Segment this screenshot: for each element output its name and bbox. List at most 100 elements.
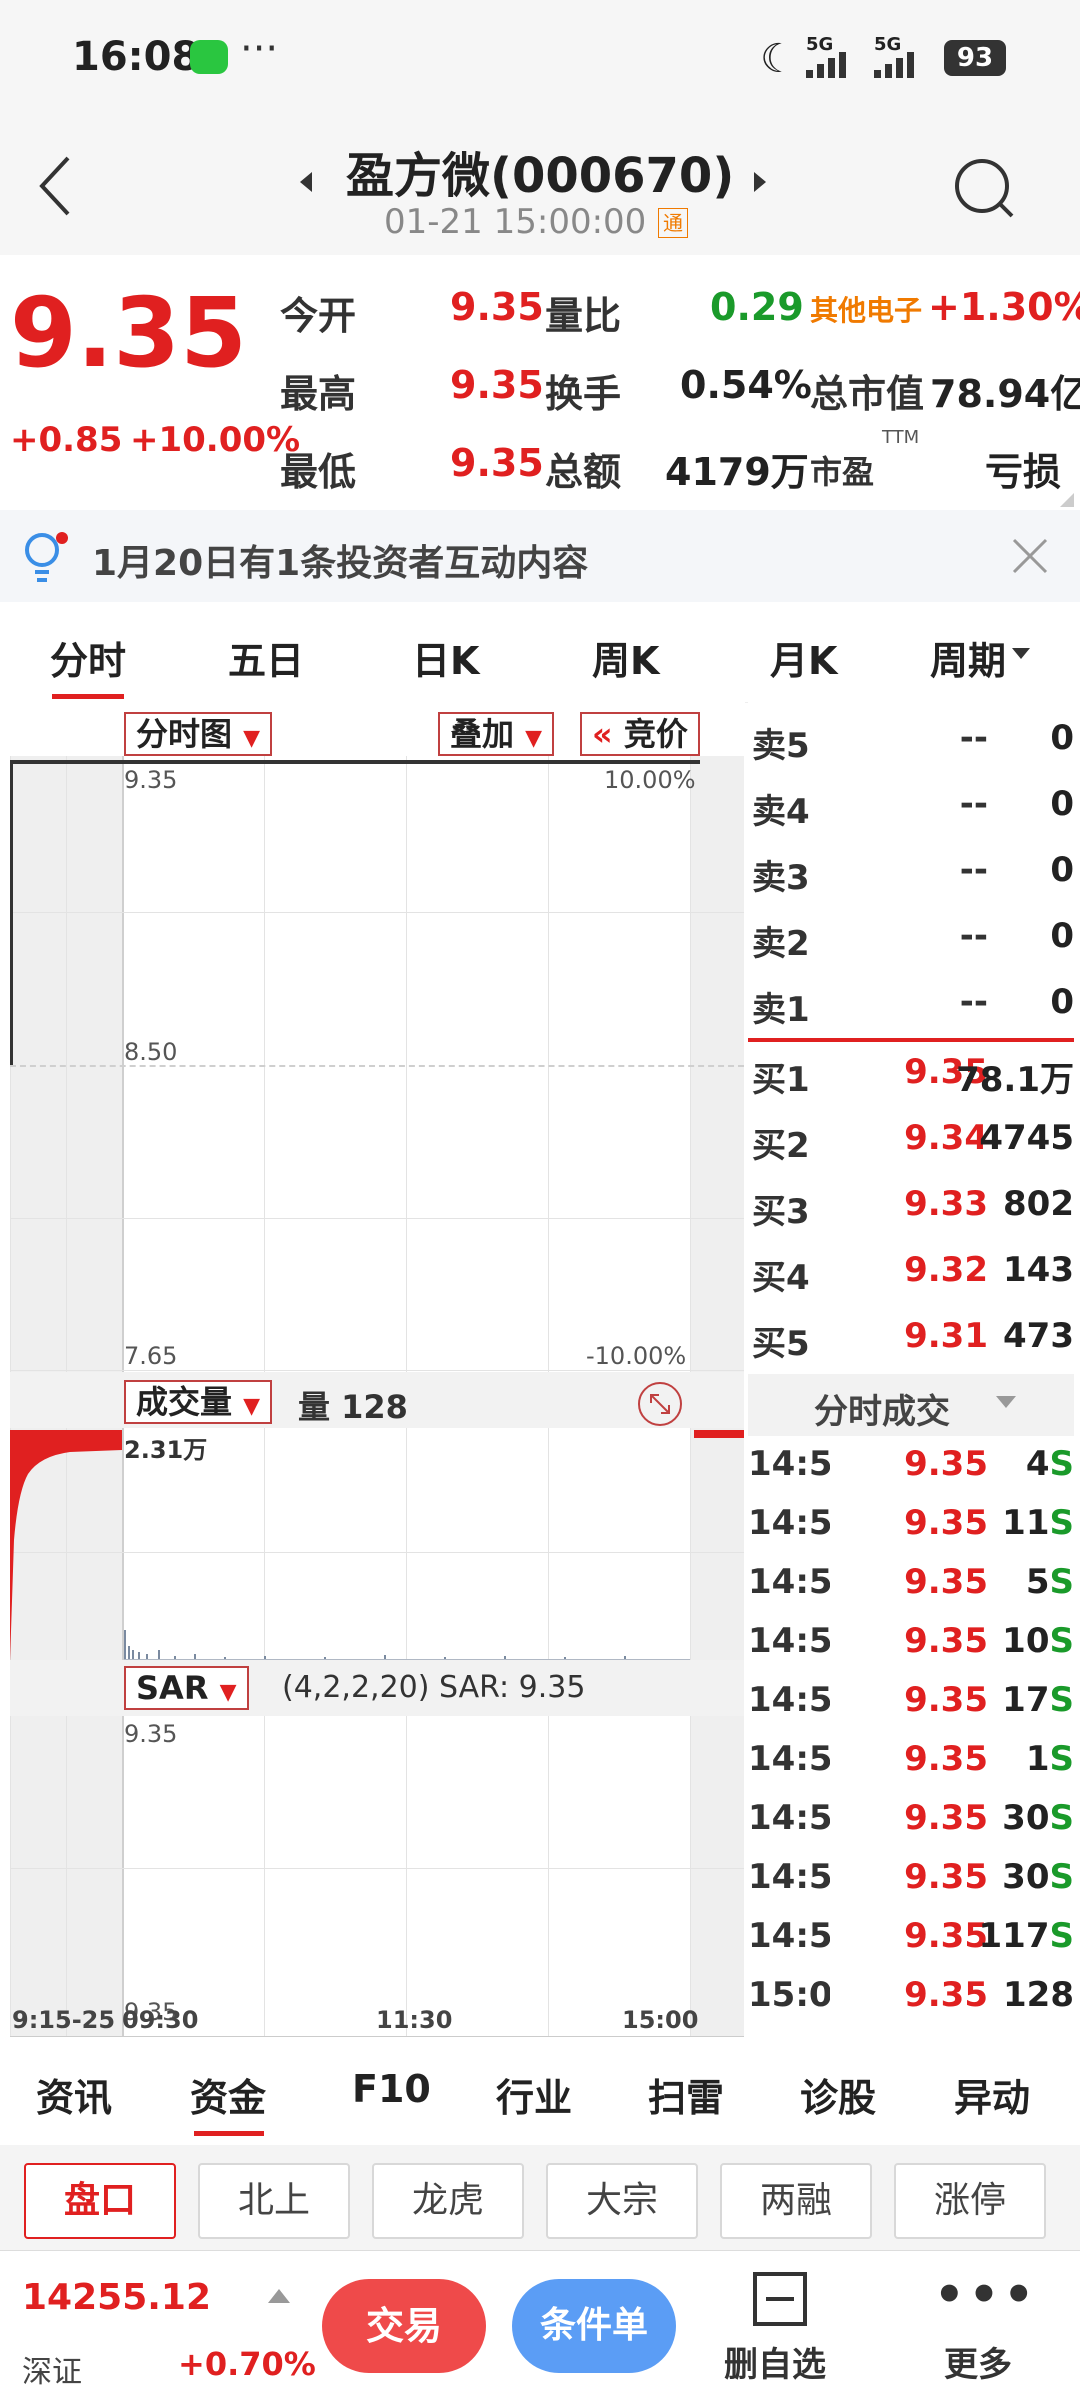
ask-row: 卖4 -- 0 — [748, 776, 1074, 836]
sector-name[interactable]: 其他电子 — [810, 289, 922, 329]
after-volume-bar — [694, 1430, 744, 1438]
subtab-block-trade[interactable]: 大宗 — [546, 2163, 698, 2239]
expand-corner-icon[interactable] — [1060, 493, 1074, 507]
volume-dropdown[interactable]: 成交量 ▼ — [124, 1380, 273, 1424]
tab-monthly-k[interactable]: 月K — [770, 630, 837, 685]
tick-volume-value: 30 — [1002, 1798, 1050, 1838]
next-stock-icon[interactable] — [752, 170, 768, 198]
bid-label: 竞价 — [623, 715, 688, 753]
auction-price-line — [10, 760, 13, 1065]
sar-dropdown[interactable]: SAR ▼ — [124, 1666, 249, 1710]
subtab-order-book[interactable]: 盘口 — [24, 2163, 176, 2239]
bid-volume: 802 — [1003, 1184, 1074, 1224]
ask-price: -- — [959, 916, 988, 956]
dropdown-arrow-icon: ▼ — [219, 1680, 237, 1705]
sector-change: +1.30% — [928, 285, 1080, 329]
tab-intraday[interactable]: 分时 — [50, 630, 126, 685]
ask-row: 卖3 -- 0 — [748, 842, 1074, 902]
ticks-header[interactable]: 分时成交 — [748, 1374, 1074, 1436]
chart-type-dropdown[interactable]: 分时图 ▼ — [124, 712, 273, 756]
close-icon[interactable] — [1010, 536, 1050, 580]
period-dropdown-icon[interactable] — [1012, 648, 1030, 659]
bid-price: 9.33 — [904, 1184, 988, 1224]
value-amount: 4179万 — [665, 450, 809, 494]
notice-bar[interactable]: 1月20日有1条投资者互动内容 — [0, 510, 1080, 602]
tab-industry[interactable]: 行业 — [496, 2067, 572, 2122]
tick-price: 9.35 — [904, 1916, 988, 1956]
label-open: 今开 — [280, 294, 357, 338]
prev-stock-icon[interactable] — [298, 170, 314, 198]
tick-volume-value: 5 — [1025, 1562, 1050, 1602]
tab-daily-k[interactable]: 日K — [412, 630, 479, 685]
tick-price: 9.35 — [904, 1562, 988, 1602]
bid-price: 9.32 — [904, 1250, 988, 1290]
active-tab-indicator — [52, 694, 124, 699]
price-line — [10, 760, 700, 764]
search-icon[interactable] — [952, 156, 1016, 224]
tick-volume: 5S — [1026, 1562, 1074, 1602]
tick-price: 9.35 — [904, 1857, 988, 1897]
bid-row: 买4 9.32 143 — [748, 1242, 1074, 1302]
ticks-title: 分时成交 — [814, 1392, 950, 1432]
subtab-limit-up[interactable]: 涨停 — [894, 2163, 1046, 2239]
bid-button[interactable]: « 竞价 — [580, 712, 700, 756]
tab-diagnosis[interactable]: 诊股 — [800, 2067, 876, 2122]
tab-funds[interactable]: 资金 — [190, 2067, 266, 2122]
index-value: 14255.12 — [22, 2277, 212, 2318]
back-icon[interactable] — [36, 154, 76, 222]
remove-watchlist-button[interactable]: 删自选 — [720, 2267, 840, 2387]
value-market-cap: 78.94亿 — [930, 372, 1080, 416]
order-book: 卖5 -- 0 卖4 -- 0 卖3 -- 0 卖2 -- 0 卖1 -- 0 买1 9.35 78.1… — [748, 702, 1080, 2042]
subtab-dragon-tiger[interactable]: 龙虎 — [372, 2163, 524, 2239]
tick-row: 14:56 9.35 30S — [748, 1792, 1074, 1850]
tab-news[interactable]: 资讯 — [36, 2067, 112, 2122]
intraday-chart[interactable]: 分时图 ▼ 叠加 ▼ « 竞价 9.35 10.00% 8.50 7.65 -1… — [0, 702, 745, 2042]
sub-tabs: 盘口 北上 龙虎 大宗 两融 涨停 — [0, 2145, 1080, 2250]
subtab-northbound[interactable]: 北上 — [198, 2163, 350, 2239]
more-button[interactable]: ••• 更多 — [924, 2267, 1044, 2387]
tab-weekly-k[interactable]: 周K — [592, 630, 659, 685]
bid-price: 9.34 — [904, 1118, 988, 1158]
subtab-margin[interactable]: 两融 — [720, 2163, 872, 2239]
auction-volume-bars — [10, 1430, 122, 1662]
time-label-open: 09:30 — [122, 2006, 199, 2034]
tick-price: 9.35 — [904, 1680, 988, 1720]
tab-f10[interactable]: F10 — [352, 2067, 431, 2111]
time-label-auction: 9:15-25 — [12, 2006, 116, 2034]
condition-order-button[interactable]: 条件单 — [512, 2279, 676, 2373]
index-change: +0.70% — [178, 2345, 316, 2383]
tick-side: S — [1049, 1680, 1075, 1720]
trade-button[interactable]: 交易 — [322, 2279, 486, 2373]
ask-price: -- — [959, 784, 988, 824]
tick-volume: 1S — [1026, 1739, 1074, 1779]
tick-volume: 11S — [1002, 1503, 1074, 1543]
index-ticker[interactable]: 14255.12 深证 +0.70% — [0, 2251, 316, 2401]
overlay-dropdown[interactable]: 叠加 ▼ — [438, 712, 555, 756]
tab-period[interactable]: 周期 — [930, 630, 1006, 685]
ask-price: -- — [959, 718, 988, 758]
tab-five-day[interactable]: 五日 — [228, 630, 304, 685]
label-pe-ttm: TTM — [882, 427, 920, 448]
notice-text: 1月20日有1条投资者互动内容 — [92, 543, 589, 584]
expand-chart-icon[interactable] — [636, 1380, 684, 1432]
price-change-pct: +10.00% — [130, 420, 301, 460]
quote-datetime: 01-21 15:00:00 — [384, 202, 647, 242]
tick-time: 14:56 — [748, 1621, 830, 1661]
volume-max-label: 2.31万 — [124, 1436, 208, 1464]
ask-volume: 0 — [1050, 916, 1074, 956]
index-expand-icon[interactable] — [268, 2289, 290, 2303]
tick-volume-value: 4 — [1025, 1444, 1050, 1484]
tab-risk-scan[interactable]: 扫雷 — [648, 2067, 724, 2122]
tab-anomaly[interactable]: 异动 — [954, 2067, 1030, 2122]
stock-title: 盈方微(000670) — [346, 148, 735, 204]
dropdown-arrow-icon: ▼ — [243, 726, 261, 751]
ticks-dropdown-icon[interactable] — [996, 1396, 1016, 1408]
ask-label: 卖2 — [752, 924, 810, 964]
chart-tabs: 分时 五日 日K 周K 月K 周期 — [0, 602, 1080, 703]
signal-icon-2 — [874, 52, 934, 82]
overlay-label: 叠加 — [450, 715, 515, 753]
dropdown-arrow-icon: ▼ — [525, 726, 543, 751]
active-tab-indicator — [194, 2131, 264, 2136]
value-volume-ratio: 0.29 — [710, 285, 804, 329]
tick-volume-value: 17 — [1002, 1680, 1050, 1720]
